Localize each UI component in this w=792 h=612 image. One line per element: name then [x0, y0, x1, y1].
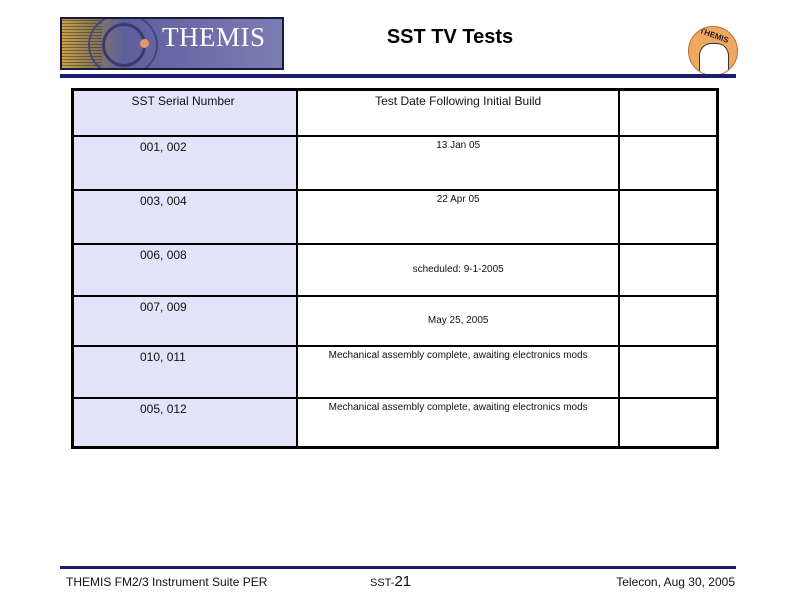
serial-cell: 005, 012 [71, 396, 299, 449]
table-row: 007, 009 May 25, 2005 [71, 294, 719, 347]
footer-rule [60, 566, 736, 569]
date-cell: 22 Apr 05 [296, 188, 621, 245]
serial-cell: 010, 011 [71, 344, 299, 399]
themis-logo: THEMIS [60, 17, 284, 70]
serial-cell: 007, 009 [71, 294, 299, 347]
table-row: 005, 012 Mechanical assembly complete, a… [71, 396, 719, 449]
header-blank [618, 88, 719, 137]
note-cell [618, 188, 719, 245]
table-row: 010, 011 Mechanical assembly complete, a… [71, 344, 719, 399]
sst-tv-test-table: SST Serial Number Test Date Following In… [71, 88, 719, 449]
date-cell: 13 Jan 05 [296, 134, 621, 191]
note-cell [618, 294, 719, 347]
note-cell [618, 344, 719, 399]
themis-mission-badge: THEMIS [688, 26, 738, 76]
date-cell: May 25, 2005 [296, 294, 621, 347]
note-cell [618, 134, 719, 191]
serial-cell: 003, 004 [71, 188, 299, 245]
note-cell [618, 242, 719, 297]
badge-figure-icon [699, 43, 729, 75]
serial-cell: 001, 002 [71, 134, 299, 191]
table-row: 001, 002 13 Jan 05 [71, 134, 719, 191]
serial-cell: 006, 008 [71, 242, 299, 297]
page-number: 21 [394, 573, 412, 590]
earth-icon [140, 39, 149, 48]
footer-left: THEMIS FM2/3 Instrument Suite PER [66, 575, 268, 589]
table-row: 003, 004 22 Apr 05 [71, 188, 719, 245]
header-rule [60, 74, 736, 78]
table-header-row: SST Serial Number Test Date Following In… [71, 88, 719, 137]
page-prefix: SST- [370, 577, 395, 589]
date-cell: scheduled: 9-1-2005 [296, 242, 621, 297]
footer-page-number: SST-21 [370, 573, 411, 590]
table-row: 006, 008 scheduled: 9-1-2005 [71, 242, 719, 297]
footer-right: Telecon, Aug 30, 2005 [616, 575, 735, 589]
header-test-date: Test Date Following Initial Build [296, 88, 621, 137]
note-cell [618, 396, 719, 449]
logo-wordmark: THEMIS [162, 22, 266, 52]
date-cell: Mechanical assembly complete, awaiting e… [296, 396, 621, 449]
header-serial-number: SST Serial Number [71, 88, 299, 137]
slide-title: SST TV Tests [386, 26, 514, 48]
date-cell: Mechanical assembly complete, awaiting e… [296, 344, 621, 399]
